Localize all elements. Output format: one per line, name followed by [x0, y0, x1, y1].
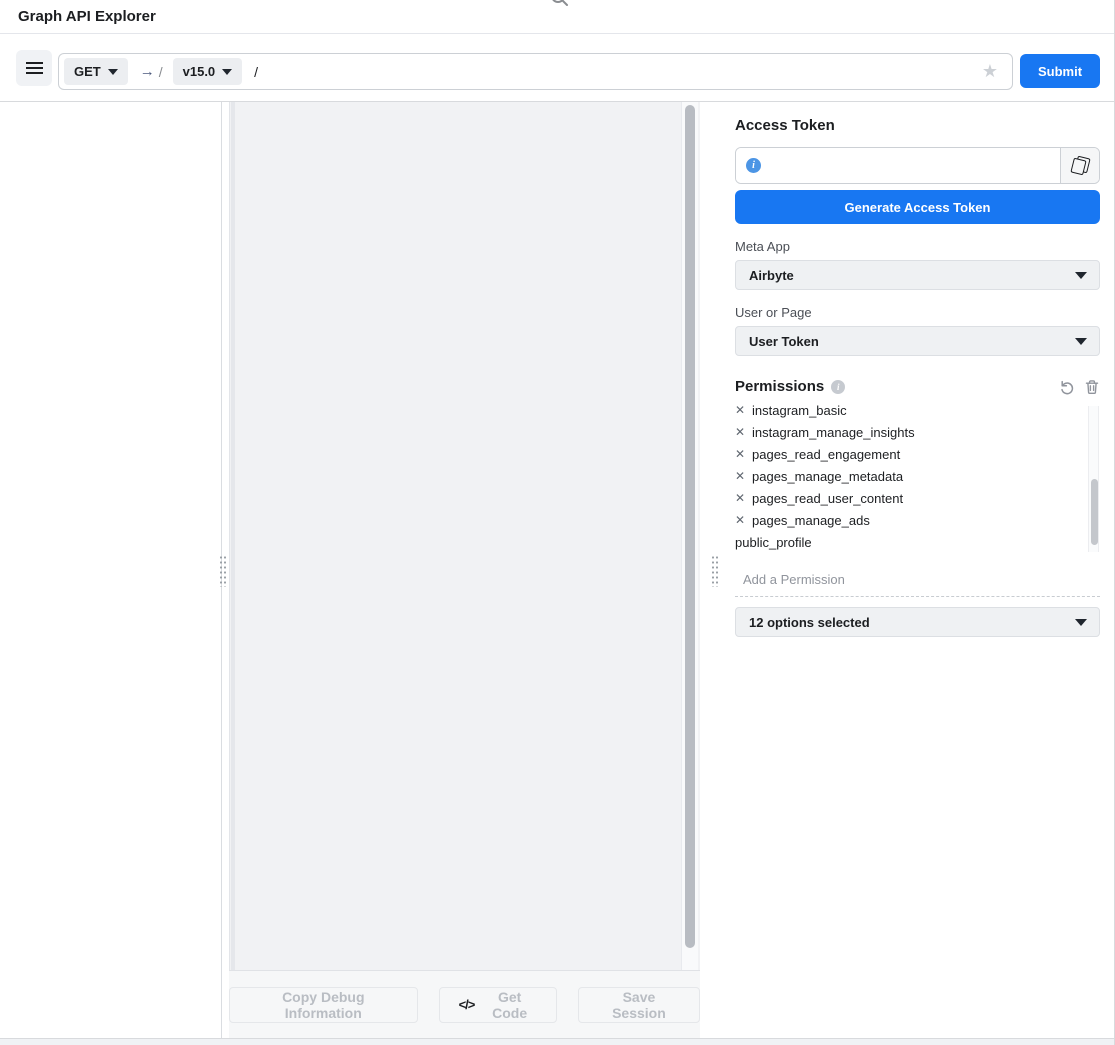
version-dropdown[interactable]: v15.0 [173, 58, 243, 85]
permission-label: pages_read_engagement [752, 447, 900, 462]
permission-row: ✕ instagram_basic [735, 402, 1084, 421]
main-content: Copy Debug Information </> Get Code Save… [0, 102, 1114, 1038]
scrollbar-thumb[interactable] [685, 105, 695, 948]
options-selected-value: 12 options selected [749, 615, 870, 630]
sidebar: Access Token i Generate Access Token Met… [718, 102, 1115, 1038]
chevron-down-icon [222, 69, 232, 75]
star-icon[interactable]: ★ [982, 61, 998, 82]
user-or-page-dropdown[interactable]: User Token [735, 326, 1100, 356]
save-session-button[interactable]: Save Session [578, 987, 700, 1023]
chevron-down-icon [1075, 272, 1087, 279]
permissions-scrollbar[interactable] [1088, 406, 1099, 552]
resize-handle-left[interactable] [219, 555, 227, 587]
access-token-row: i [735, 147, 1100, 184]
permission-row: ✕ pages_manage_ads [735, 509, 1084, 531]
permissions-options-dropdown[interactable]: 12 options selected [735, 607, 1100, 637]
permission-label: pages_read_user_content [752, 491, 903, 506]
submit-button[interactable]: Submit [1020, 54, 1100, 88]
panel-left-gutter [231, 102, 235, 970]
permission-label: pages_manage_ads [752, 513, 870, 528]
permissions-header: Permissions i [735, 378, 1100, 395]
user-or-page-value: User Token [749, 334, 819, 349]
meta-app-dropdown[interactable]: Airbyte [735, 260, 1100, 290]
permissions-heading: Permissions [735, 378, 824, 395]
permissions-list-wrap: ✕ instagram_basic ✕ instagram_manage_ins… [735, 402, 1100, 554]
chevron-down-icon [1075, 619, 1087, 626]
permission-row: ✕ pages_read_engagement [735, 443, 1084, 465]
permissions-scrollbar-thumb[interactable] [1091, 479, 1098, 545]
response-panel [229, 102, 700, 970]
bottom-strip [0, 1038, 1114, 1045]
hamburger-icon [26, 62, 43, 64]
permission-row: public_profile [735, 531, 1084, 553]
trash-icon[interactable] [1084, 379, 1100, 395]
version-value: v15.0 [183, 64, 216, 79]
code-icon: </> [459, 997, 475, 1012]
generate-access-token-button[interactable]: Generate Access Token [735, 190, 1100, 224]
get-code-button[interactable]: </> Get Code [439, 987, 557, 1023]
access-token-heading: Access Token [735, 117, 1100, 134]
permission-row: ✕ pages_read_user_content [735, 487, 1084, 509]
remove-permission-icon[interactable]: ✕ [735, 491, 746, 505]
remove-permission-icon[interactable]: ✕ [735, 425, 746, 439]
undo-icon[interactable] [1059, 379, 1075, 395]
remove-permission-icon[interactable]: ✕ [735, 447, 746, 461]
remove-permission-icon[interactable]: ✕ [735, 469, 746, 483]
path-input[interactable]: / [254, 64, 982, 80]
copy-debug-button[interactable]: Copy Debug Information [229, 987, 418, 1023]
permissions-info-icon[interactable]: i [831, 380, 845, 394]
footer-bar: Copy Debug Information </> Get Code Save… [229, 970, 700, 1038]
path-prefix-slash: / [159, 64, 163, 80]
permission-label: instagram_basic [752, 403, 847, 418]
response-area: Copy Debug Information </> Get Code Save… [229, 102, 700, 1038]
access-token-input[interactable]: i [736, 148, 1060, 183]
request-path-box[interactable]: GET → / v15.0 / ★ [58, 53, 1013, 90]
meta-app-label: Meta App [735, 239, 1100, 254]
add-permission-input[interactable] [735, 568, 1100, 597]
arrow-icon: → [140, 63, 155, 80]
response-scrollbar[interactable] [681, 102, 698, 970]
menu-button[interactable] [16, 50, 52, 86]
info-icon[interactable]: i [746, 158, 761, 173]
app-header: Graph API Explorer [0, 0, 1114, 34]
request-toolbar: GET → / v15.0 / ★ Submit [0, 34, 1114, 102]
method-dropdown[interactable]: GET [64, 58, 128, 85]
graph-api-explorer-app: Graph API Explorer GET → / v15.0 / ★ Sub… [0, 0, 1115, 1045]
chevron-down-icon [108, 69, 118, 75]
copy-token-button[interactable] [1060, 148, 1099, 183]
permission-label: instagram_manage_insights [752, 425, 915, 440]
permission-label: public_profile [735, 535, 812, 550]
search-icon [549, 0, 569, 7]
user-or-page-label: User or Page [735, 305, 1100, 320]
permission-row: ✕ instagram_manage_insights [735, 421, 1084, 443]
left-panel [0, 102, 222, 1038]
meta-app-value: Airbyte [749, 268, 794, 283]
remove-permission-icon[interactable]: ✕ [735, 513, 746, 527]
permission-row: ✕ pages_manage_metadata [735, 465, 1084, 487]
method-value: GET [74, 64, 101, 79]
chevron-down-icon [1075, 338, 1087, 345]
remove-permission-icon[interactable]: ✕ [735, 403, 746, 417]
page-title: Graph API Explorer [18, 8, 156, 25]
permissions-list: ✕ instagram_basic ✕ instagram_manage_ins… [735, 402, 1100, 554]
copy-icon [1072, 157, 1089, 174]
permission-label: pages_manage_metadata [752, 469, 903, 484]
